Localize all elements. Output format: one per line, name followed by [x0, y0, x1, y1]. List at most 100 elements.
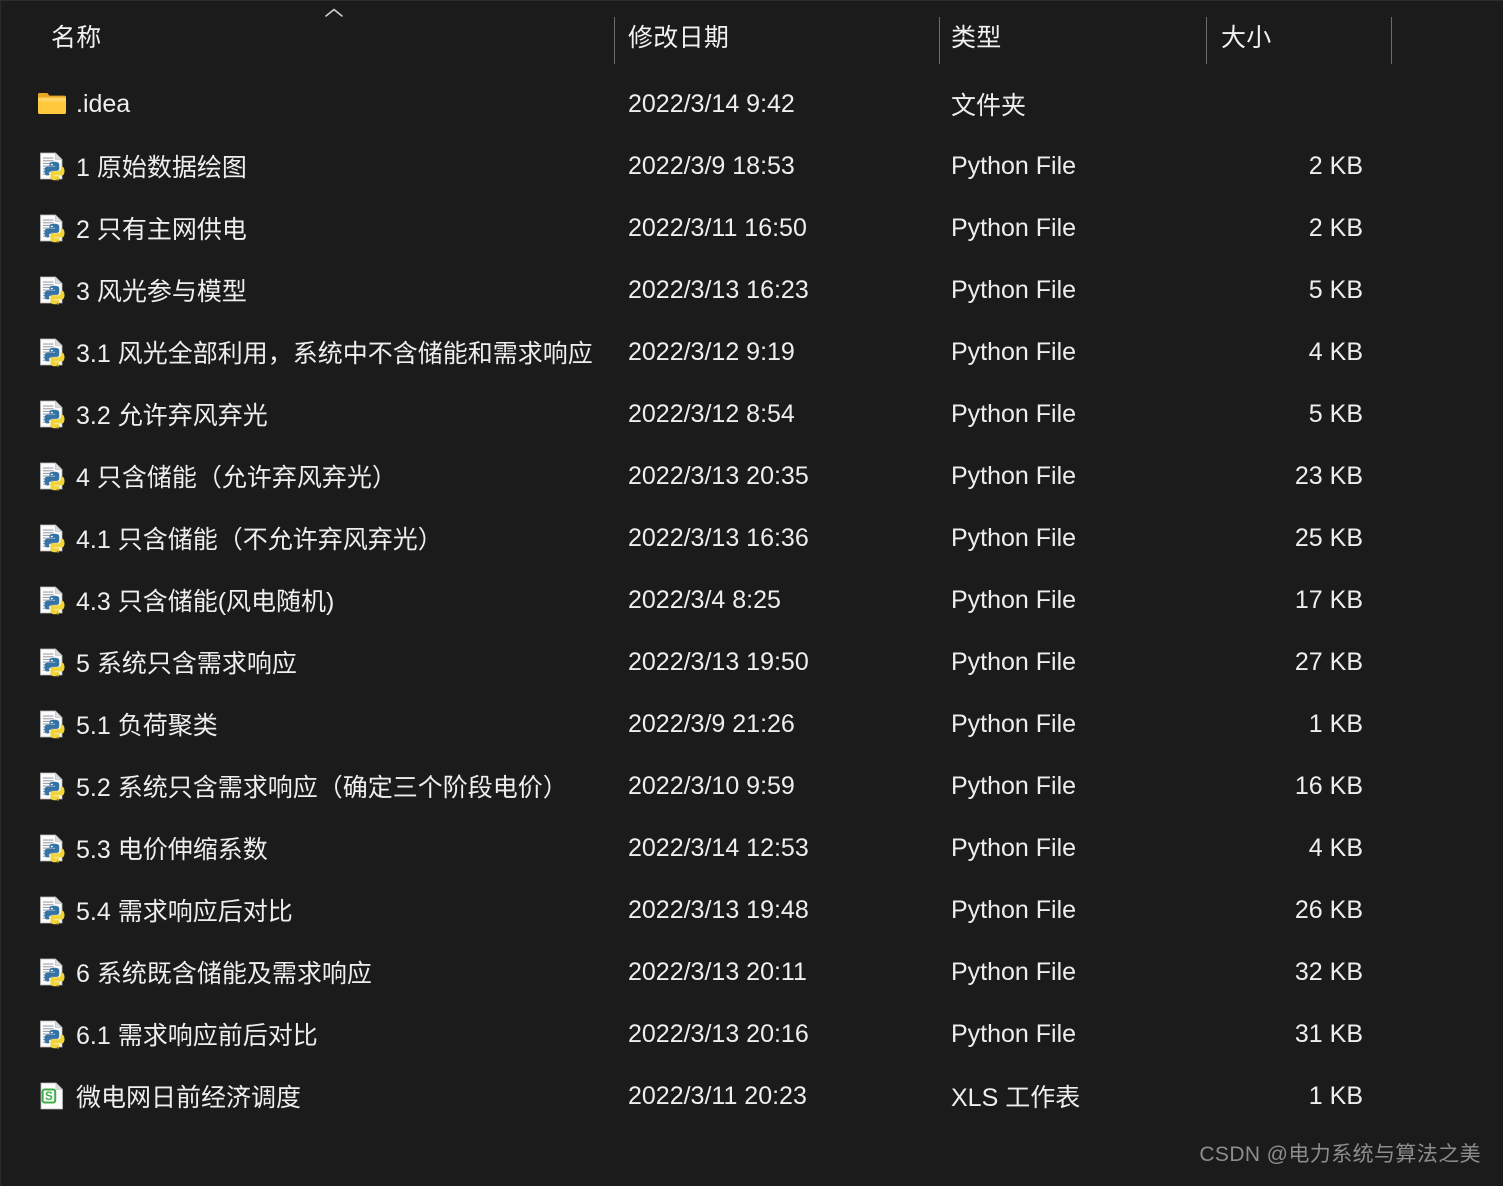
file-name-label: 5.2 系统只含需求响应（确定三个阶段电价）	[76, 774, 568, 802]
column-header-type-label: 类型	[951, 24, 1002, 52]
python-file-icon	[37, 894, 67, 926]
file-row[interactable]: 6.1 需求响应前后对比 2022/3/13 20:16 Python File 31…	[1, 1003, 1503, 1065]
file-row[interactable]: 6 系统既含储能及需求响应 2022/3/13 20:11 Python File 3…	[1, 941, 1503, 1003]
csdn-watermark: CSDN @电力系统与算法之美	[1199, 1143, 1481, 1166]
file-name-cell[interactable]: 4.1 只含储能（不允许弃风弃光）	[37, 507, 612, 569]
file-size-cell: 16 KB	[1294, 771, 1363, 800]
python-file-icon	[37, 770, 67, 802]
file-name-label: 4.1 只含储能（不允许弃风弃光）	[76, 526, 443, 554]
column-header-name-label: 名称	[51, 24, 102, 52]
file-size-cell: 17 KB	[1294, 585, 1363, 614]
python-file-icon	[37, 956, 67, 988]
python-file-icon	[37, 522, 67, 554]
file-date-modified-cell: 2022/3/13 20:11	[628, 957, 807, 986]
file-name-cell[interactable]: 5 系统只含需求响应	[37, 631, 612, 693]
file-name-cell[interactable]: 4 只含储能（允许弃风弃光）	[37, 445, 612, 507]
file-row[interactable]: 4.3 只含储能(风电随机) 2022/3/4 8:25 Python File 17…	[1, 569, 1503, 631]
file-name-cell[interactable]: 5.2 系统只含需求响应（确定三个阶段电价）	[37, 755, 612, 817]
file-row[interactable]: 5.1 负荷聚类 2022/3/9 21:26 Python File 1 KB	[1, 693, 1503, 755]
file-type-cell: Python File	[951, 833, 1077, 862]
file-date-modified-cell: 2022/3/12 8:54	[628, 399, 795, 428]
file-type-cell: Python File	[951, 213, 1077, 242]
file-name-label: 4 只含储能（允许弃风弃光）	[76, 464, 397, 492]
file-name-cell[interactable]: 1 原始数据绘图	[37, 135, 612, 197]
file-size-cell: 4 KB	[1308, 337, 1363, 366]
file-name-cell[interactable]: 5.1 负荷聚类	[37, 693, 612, 755]
file-row[interactable]: 1 原始数据绘图 2022/3/9 18:53 Python File 2 KB	[1, 135, 1503, 197]
file-date-modified-cell: 2022/3/12 9:19	[628, 337, 795, 366]
python-file-icon	[37, 584, 67, 616]
python-file-icon	[37, 336, 67, 368]
column-header-name[interactable]: 名称	[51, 1, 611, 71]
file-date-modified-cell: 2022/3/13 20:35	[628, 461, 809, 490]
file-size-cell: 5 KB	[1308, 275, 1363, 304]
file-name-cell[interactable]: 6 系统既含储能及需求响应	[37, 941, 612, 1003]
file-date-modified-cell: 2022/3/13 19:50	[628, 647, 809, 676]
file-type-cell: Python File	[951, 1019, 1077, 1048]
file-size-cell: 4 KB	[1308, 833, 1363, 862]
file-list: .idea 2022/3/14 9:42 文件夹 1 原始数据绘图 2022/3/9 …	[1, 73, 1503, 1127]
file-name-label: 5.3 电价伸缩系数	[76, 836, 268, 864]
file-name-cell[interactable]: 2 只有主网供电	[37, 197, 612, 259]
python-file-icon	[37, 398, 67, 430]
file-name-cell[interactable]: 4.3 只含储能(风电随机)	[37, 569, 612, 631]
file-row[interactable]: 3.1 风光全部利用，系统中不含储能和需求响应 2022/3/12 9:19 Pyt…	[1, 321, 1503, 383]
file-name-cell[interactable]: 3.1 风光全部利用，系统中不含储能和需求响应	[37, 321, 612, 383]
file-name-cell[interactable]: .idea	[37, 73, 612, 135]
file-row[interactable]: 3 风光参与模型 2022/3/13 16:23 Python File 5 KB	[1, 259, 1503, 321]
file-size-cell: 1 KB	[1308, 1081, 1363, 1110]
file-row[interactable]: 5.4 需求响应后对比 2022/3/13 19:48 Python File 26 …	[1, 879, 1503, 941]
column-divider-4[interactable]	[1391, 17, 1392, 64]
python-file-icon	[37, 460, 67, 492]
file-row[interactable]: 3.2 允许弃风弃光 2022/3/12 8:54 Python File 5 KB	[1, 383, 1503, 445]
python-file-icon	[37, 832, 67, 864]
file-size-cell	[1216, 73, 1376, 135]
file-row[interactable]: .idea 2022/3/14 9:42 文件夹	[1, 73, 1503, 135]
file-row[interactable]: 2 只有主网供电 2022/3/11 16:50 Python File 2 KB	[1, 197, 1503, 259]
file-name-label: 2 只有主网供电	[76, 216, 247, 244]
file-date-modified-cell: 2022/3/9 21:26	[628, 709, 795, 738]
file-type-cell: Python File	[951, 709, 1077, 738]
file-name-cell[interactable]: 3.2 允许弃风弃光	[37, 383, 612, 445]
file-name-label: 3 风光参与模型	[76, 278, 247, 306]
file-type-cell: Python File	[951, 647, 1077, 676]
file-row[interactable]: 5.3 电价伸缩系数 2022/3/14 12:53 Python File 4 KB	[1, 817, 1503, 879]
column-header-type[interactable]: 类型	[951, 1, 1191, 71]
file-row[interactable]: S 微电网日前经济调度 2022/3/11 20:23 XLS 工作表 1 KB	[1, 1065, 1503, 1127]
file-date-modified-cell: 2022/3/11 20:23	[628, 1081, 807, 1110]
file-row[interactable]: 4 只含储能（允许弃风弃光） 2022/3/13 20:35 Python File…	[1, 445, 1503, 507]
file-row[interactable]: 4.1 只含储能（不允许弃风弃光） 2022/3/13 16:36 Python F…	[1, 507, 1503, 569]
file-name-label: 4.3 只含储能(风电随机)	[76, 588, 335, 616]
file-date-modified-cell: 2022/3/13 16:36	[628, 523, 809, 552]
file-size-cell: 2 KB	[1308, 213, 1363, 242]
column-header-bar: 名称 修改日期 类型 大小	[1, 1, 1503, 71]
file-date-modified-cell: 2022/3/11 16:50	[628, 213, 807, 242]
column-header-size[interactable]: 大小	[1221, 1, 1381, 71]
file-date-modified-cell: 2022/3/14 9:42	[628, 89, 795, 118]
column-divider-1[interactable]	[614, 17, 615, 64]
file-date-modified-cell: 2022/3/13 16:23	[628, 275, 809, 304]
file-type-cell: Python File	[951, 957, 1077, 986]
file-name-cell[interactable]: 5.3 电价伸缩系数	[37, 817, 612, 879]
file-type-cell: 文件夹	[951, 92, 1027, 120]
file-type-cell: Python File	[951, 585, 1077, 614]
file-size-cell: 27 KB	[1294, 647, 1363, 676]
file-date-modified-cell: 2022/3/13 19:48	[628, 895, 809, 924]
column-divider-3[interactable]	[1206, 17, 1207, 64]
column-divider-2[interactable]	[939, 17, 940, 64]
file-name-cell[interactable]: 6.1 需求响应前后对比	[37, 1003, 612, 1065]
column-header-date-modified[interactable]: 修改日期	[628, 1, 928, 71]
file-date-modified-cell: 2022/3/10 9:59	[628, 771, 795, 800]
file-date-modified-cell: 2022/3/9 18:53	[628, 151, 795, 180]
file-size-cell: 5 KB	[1308, 399, 1363, 428]
file-row[interactable]: 5 系统只含需求响应 2022/3/13 19:50 Python File 27 K…	[1, 631, 1503, 693]
file-size-cell: 23 KB	[1294, 461, 1363, 490]
file-name-label: .idea	[76, 89, 131, 118]
file-name-cell[interactable]: S 微电网日前经济调度	[37, 1065, 612, 1127]
xls-file-icon: S	[37, 1080, 67, 1112]
file-type-cell: Python File	[951, 895, 1077, 924]
file-name-label: 3.1 风光全部利用，系统中不含储能和需求响应	[76, 340, 593, 368]
file-name-cell[interactable]: 5.4 需求响应后对比	[37, 879, 612, 941]
file-name-cell[interactable]: 3 风光参与模型	[37, 259, 612, 321]
file-row[interactable]: 5.2 系统只含需求响应（确定三个阶段电价） 2022/3/10 9:59 Pyth…	[1, 755, 1503, 817]
